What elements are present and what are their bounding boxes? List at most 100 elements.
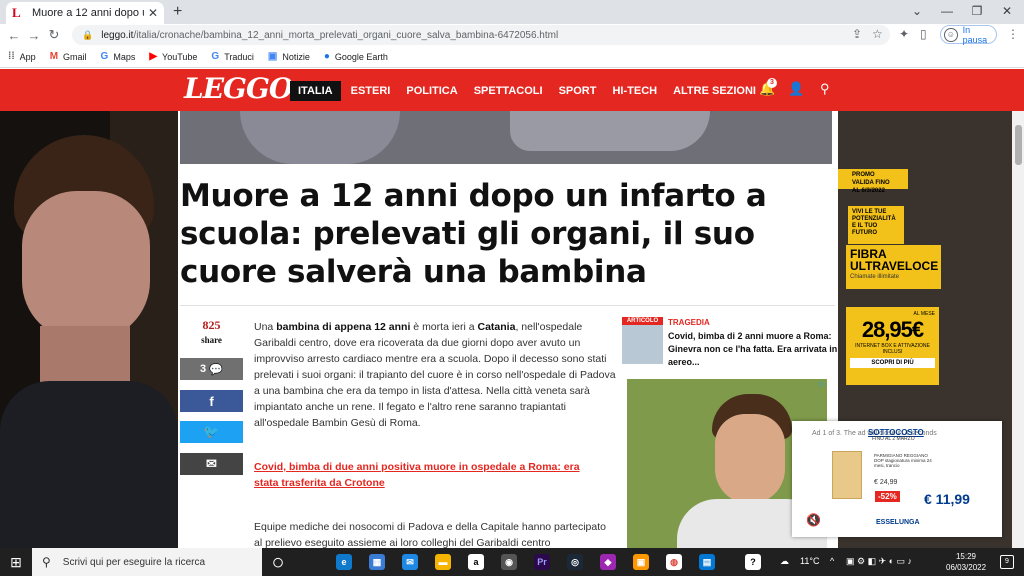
app-icon[interactable]: ◉ <box>501 554 517 570</box>
facebook-share-button[interactable]: f <box>180 390 243 412</box>
temperature[interactable]: 11°C <box>800 556 819 566</box>
earth-icon: ● <box>323 51 330 62</box>
url-path: /italia/cronache/bambina_12_anni_morta_p… <box>133 29 559 41</box>
site-logo[interactable]: LEGGO <box>184 72 293 105</box>
share-label: share <box>201 335 222 345</box>
windows-start-icon[interactable]: ⊞ <box>0 554 32 571</box>
ad-cta-button[interactable]: SCOPRI DI PIÙ <box>850 358 935 368</box>
steam-icon[interactable]: ◎ <box>567 554 583 570</box>
edge-icon[interactable]: e <box>336 554 352 570</box>
user-icon[interactable]: 👤 <box>788 81 804 97</box>
address-bar[interactable]: 🔒 leggo.it/italia/cronache/bambina_12_an… <box>72 25 890 45</box>
minimize-icon[interactable]: — <box>932 0 962 22</box>
web-page: LEGGO ITALIA ESTERI POLITICA SPETTACOLI … <box>0 69 1024 548</box>
nav-esteri[interactable]: ESTERI <box>343 81 399 101</box>
comment-icon: 💬 <box>209 363 223 376</box>
clock-time: 15:29 <box>955 552 977 561</box>
popup-ad[interactable]: Ad 1 of 3. The ad will close in 4 second… <box>792 421 1002 537</box>
text-bold: Catania <box>477 321 516 333</box>
ad-promo: PROMO VALIDA FINO AL 6/3/2022 <box>838 169 908 194</box>
youtube-icon: ▶ <box>149 51 158 62</box>
bookmark-earth[interactable]: ● Google Earth <box>324 51 388 62</box>
amazon-icon[interactable]: a <box>468 554 484 570</box>
bookmark-star-icon[interactable]: ☆ <box>872 27 883 41</box>
task-view-icon[interactable]: ◯ <box>270 554 286 570</box>
maximize-icon[interactable]: ❐ <box>962 0 992 22</box>
side-panel-icon[interactable]: ▯ <box>920 27 927 41</box>
nav-politica[interactable]: POLITICA <box>398 81 465 101</box>
news-icon: ▣ <box>267 51 278 62</box>
lock-icon: 🔒 <box>82 29 94 40</box>
ad-price-box: AL MESE 28,95€ INTERNET BOX E ATTIVAZION… <box>846 307 939 385</box>
mail-icon[interactable]: ✉ <box>402 554 418 570</box>
scroll-thumb[interactable] <box>1015 125 1022 165</box>
nav-spettacoli[interactable]: SPETTACOLI <box>466 81 551 101</box>
twitter-share-button[interactable]: 🐦 <box>180 421 243 443</box>
nav-hi-tech[interactable]: HI-TECH <box>604 81 665 101</box>
mute-icon[interactable]: 🔇 <box>806 513 821 527</box>
tab-strip: L Muore a 12 anni dopo un infarto ✕ + ⌄ … <box>0 0 1024 24</box>
back-icon[interactable]: ← <box>4 28 24 43</box>
twitter-icon: 🐦 <box>203 424 220 439</box>
cheese-product-image <box>832 451 862 499</box>
tray-chevron-icon[interactable]: ^ <box>830 556 834 566</box>
store-icon[interactable]: ▦ <box>369 554 385 570</box>
nav-italia[interactable]: ITALIA <box>290 80 341 101</box>
related-card[interactable]: ARTICOLO TRAGEDIA Covid, bimba di 2 anni… <box>622 317 837 372</box>
folder-icon[interactable]: ▬ <box>435 554 451 570</box>
ad-price: 28,95€ <box>861 317 924 342</box>
article-paragraph-2: Equipe mediche dei nosocomi di Padova e … <box>254 521 606 548</box>
photos-icon[interactable]: ▤ <box>699 554 715 570</box>
extensions-icon[interactable]: ✦ <box>899 27 909 41</box>
card-title[interactable]: Covid, bimba di 2 anni muore a Roma: Gin… <box>668 330 840 369</box>
help-icon[interactable]: ? <box>745 554 761 570</box>
menu-icon[interactable]: ⋮ <box>1007 27 1019 41</box>
bookmark-maps[interactable]: G Maps <box>101 51 136 62</box>
bookmark-label: Traduci <box>224 51 254 62</box>
taskbar-search[interactable]: ⚲ Scrivi qui per eseguire la ricerca <box>32 548 262 576</box>
forward-icon[interactable]: → <box>24 28 44 43</box>
bookmark-traduci[interactable]: G Traduci <box>211 51 253 62</box>
notifications-icon[interactable]: 9 <box>1000 555 1014 569</box>
hero-shape <box>240 111 400 164</box>
premiere-icon[interactable]: Pr <box>534 554 550 570</box>
tab-active[interactable]: L Muore a 12 anni dopo un infarto ✕ <box>6 2 164 24</box>
bookmark-notizie[interactable]: ▣ Notizie <box>268 51 310 62</box>
bookmark-label: Gmail <box>63 51 87 62</box>
nav-sport[interactable]: SPORT <box>551 81 605 101</box>
hero-image <box>180 111 832 164</box>
avatar: ☺ <box>944 27 958 42</box>
text-span: , nell'ospedale Garibaldi centro, dove e… <box>254 321 616 429</box>
chrome-icon[interactable]: ◍ <box>666 554 682 570</box>
tab-search-icon[interactable]: ⌄ <box>902 0 932 22</box>
person-face <box>22 191 150 341</box>
page-scrollbar[interactable] <box>1012 111 1024 548</box>
tray-apps-icon[interactable]: ▣ ⚙ ◧ ✈ ◐ ▭ ♪ <box>846 556 912 567</box>
weather-icon[interactable]: ☁ <box>780 556 789 567</box>
email-share-button[interactable]: ✉ <box>180 453 243 475</box>
share-icon[interactable]: ⇪ <box>852 27 862 41</box>
ad-vivi: VIVI LE TUE POTENZIALITÀ E IL TUO FUTURO <box>848 206 904 244</box>
bookmark-label: Notizie <box>282 51 310 62</box>
adchoices-icon[interactable]: ▷ <box>820 380 825 388</box>
search-icon: ⚲ <box>42 555 51 569</box>
reload-icon[interactable]: ↻ <box>44 27 64 43</box>
app-icon[interactable]: ◆ <box>600 554 616 570</box>
google-icon: G <box>100 51 109 62</box>
clock[interactable]: 15:29 06/03/2022 <box>946 551 986 573</box>
bookmark-gmail[interactable]: M Gmail <box>50 51 87 62</box>
close-tab-icon[interactable]: ✕ <box>148 6 158 20</box>
new-tab-icon[interactable]: + <box>173 3 182 21</box>
search-icon[interactable]: ⚲ <box>820 81 830 97</box>
gmail-icon: M <box>49 51 59 62</box>
comments-button[interactable]: 3 💬 <box>180 358 243 380</box>
notification-badge: 3 <box>767 78 777 88</box>
bookmark-app[interactable]: ⁞⁞ App <box>8 51 36 62</box>
site-header: LEGGO ITALIA ESTERI POLITICA SPETTACOLI … <box>0 69 1024 111</box>
related-article-link[interactable]: Covid, bimba di due anni positiva muore … <box>254 459 604 491</box>
app-icon[interactable]: ▣ <box>633 554 649 570</box>
profile-button[interactable]: ☺ In pausa <box>940 25 997 45</box>
card-category: TRAGEDIA <box>668 318 710 327</box>
close-window-icon[interactable]: ✕ <box>992 0 1022 22</box>
bookmark-youtube[interactable]: ▶ YouTube <box>149 51 197 62</box>
